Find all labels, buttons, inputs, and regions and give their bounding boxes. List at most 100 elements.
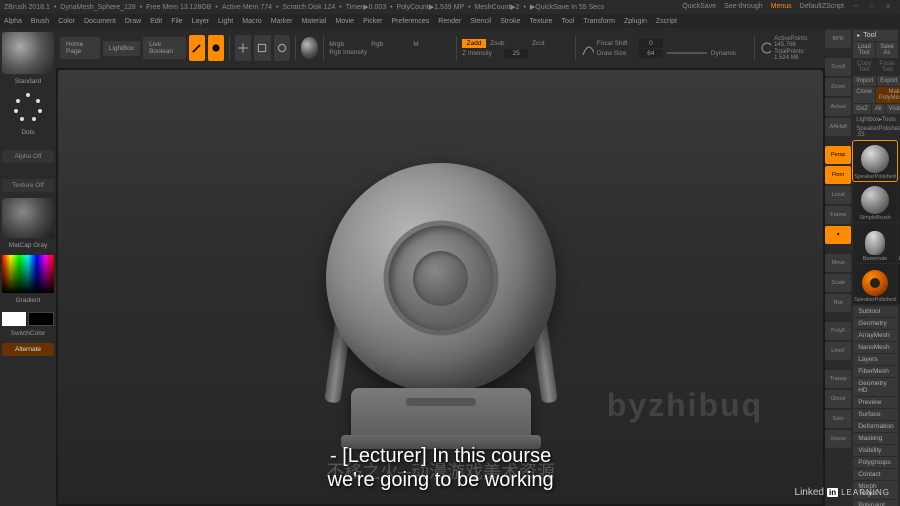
menu-file[interactable]: File <box>171 18 182 25</box>
defaultzscript-button[interactable]: DefaultZScript <box>800 3 844 11</box>
menu-preferences[interactable]: Preferences <box>392 18 430 25</box>
subpanel-visibility[interactable]: Visibility <box>853 445 898 456</box>
alternate-button[interactable]: Alternate <box>2 343 54 356</box>
ghost-button[interactable]: Ghost <box>825 390 851 408</box>
goz-button[interactable]: GoZ <box>853 104 871 114</box>
menu-transform[interactable]: Transform <box>583 18 615 25</box>
xyz-button[interactable]: ✦ <box>825 226 851 244</box>
menu-marker[interactable]: Marker <box>271 18 293 25</box>
subpanel-surface[interactable]: Surface <box>853 409 898 420</box>
zsub-button[interactable]: Zsub <box>490 40 528 47</box>
material-preview[interactable] <box>301 37 319 59</box>
menu-zscript[interactable]: Zscript <box>656 18 677 25</box>
menu-stroke[interactable]: Stroke <box>500 18 520 25</box>
viewport[interactable]: 不移之火─动漫游戏美术资源 byzhibuq - [Lecturer] In t… <box>58 70 823 504</box>
saveas-button[interactable]: Save As <box>876 42 898 58</box>
zadd-button[interactable]: Zadd <box>462 39 486 48</box>
subpanel-polygroups[interactable]: Polygroups <box>853 457 898 468</box>
clone-button[interactable]: Clone <box>853 87 875 103</box>
linef-button[interactable]: LineF <box>825 342 851 360</box>
swatch-white[interactable] <box>2 312 26 326</box>
menu-render[interactable]: Render <box>438 18 461 25</box>
actual-button[interactable]: Actual <box>825 98 851 116</box>
rotate-icon[interactable] <box>274 35 290 61</box>
zoom-button[interactable]: Zoom <box>825 78 851 96</box>
rgb-button[interactable]: Rgb <box>371 41 409 48</box>
scroll-button[interactable]: Scroll <box>825 58 851 76</box>
texture-button[interactable]: Texture Off <box>2 179 54 192</box>
subpanel-fibermesh[interactable]: FiberMesh <box>853 366 898 377</box>
copytool-button[interactable]: Copy Tool <box>853 59 875 75</box>
alpha-button[interactable]: Alpha Off <box>2 150 54 163</box>
import-button[interactable]: Import <box>853 76 876 86</box>
menu-zplugin[interactable]: Zplugin <box>624 18 647 25</box>
menu-material[interactable]: Material <box>301 18 326 25</box>
menu-color[interactable]: Color <box>58 18 75 25</box>
menu-edit[interactable]: Edit <box>150 18 162 25</box>
close-icon[interactable]: ✕ <box>884 3 892 11</box>
scale-icon[interactable] <box>254 35 270 61</box>
menu-layer[interactable]: Layer <box>192 18 210 25</box>
transp-button[interactable]: Transp <box>825 370 851 388</box>
menu-light[interactable]: Light <box>218 18 233 25</box>
zintensity-value[interactable]: 25 <box>504 49 528 58</box>
brush-curve-icon[interactable] <box>581 37 594 59</box>
liveboolean-tab[interactable]: Live Boolean <box>143 37 186 59</box>
menu-stencil[interactable]: Stencil <box>470 18 491 25</box>
subpanel-polypaint[interactable]: Polypaint <box>853 500 898 506</box>
minimize-icon[interactable]: ─ <box>852 3 860 11</box>
subpanel-deformation[interactable]: Deformation <box>853 421 898 432</box>
subpanel-arraymesh[interactable]: ArrayMesh <box>853 330 898 341</box>
subpanel-masking[interactable]: Masking <box>853 433 898 444</box>
subpanel-subtool[interactable]: Subtool <box>853 306 898 317</box>
menu-brush[interactable]: Brush <box>31 18 49 25</box>
drawsize-value[interactable]: 64 <box>639 49 663 58</box>
solo-button[interactable]: Solo <box>825 410 851 428</box>
polyf-button[interactable]: PolyF <box>825 322 851 340</box>
menu-picker[interactable]: Picker <box>363 18 382 25</box>
tool-preview-item[interactable]: SpeakerPolished <box>853 141 897 181</box>
brush-thumbnail[interactable] <box>2 32 54 74</box>
visible-button[interactable]: Visible <box>886 104 900 114</box>
menu-draw[interactable]: Draw <box>125 18 141 25</box>
tool-preview-item[interactable]: SpeakerPolished <box>853 264 897 304</box>
xpose-button[interactable]: Xpose <box>825 430 851 448</box>
dynamic-button[interactable]: Dynamic <box>711 50 749 57</box>
subpanel-geometryhd[interactable]: Geometry HD <box>853 378 898 396</box>
menu-document[interactable]: Document <box>84 18 116 25</box>
drawsize-slider[interactable] <box>667 52 707 54</box>
menus-button[interactable]: Menus <box>771 3 792 11</box>
move-icon[interactable] <box>235 35 251 61</box>
menu-texture[interactable]: Texture <box>529 18 552 25</box>
subpanel-layers[interactable]: Layers <box>853 354 898 365</box>
gradient-label[interactable]: Gradient <box>2 297 54 304</box>
seethrough-button[interactable]: See-through <box>724 3 763 11</box>
swatch-black[interactable] <box>28 312 54 326</box>
color-picker[interactable] <box>2 255 54 293</box>
menu-alpha[interactable]: Alpha <box>4 18 22 25</box>
maximize-icon[interactable]: □ <box>868 3 876 11</box>
switchcolor-button[interactable]: SwitchColor <box>2 330 54 337</box>
focalshift-value[interactable]: 0 <box>639 39 663 48</box>
subpanel-preview[interactable]: Preview <box>853 397 898 408</box>
local-button[interactable]: Local <box>825 186 851 204</box>
loadtool-button[interactable]: Load Tool <box>853 42 875 58</box>
quicksave-button[interactable]: QuickSave <box>682 3 716 11</box>
bpr-button[interactable]: BPR <box>825 30 851 48</box>
aahalf-button[interactable]: AAHalf <box>825 118 851 136</box>
edit-icon[interactable] <box>189 35 205 61</box>
tool-preview-item[interactable]: SimpleBrush <box>853 182 897 222</box>
material-thumbnail[interactable] <box>2 198 54 238</box>
scalenav-button[interactable]: Scale <box>825 274 851 292</box>
persp-button[interactable]: Persp <box>825 146 851 164</box>
menu-tool[interactable]: Tool <box>561 18 574 25</box>
tool-crumb[interactable]: Lightbox▸Tools <box>853 115 898 124</box>
subpanel-contact[interactable]: Contact <box>853 469 898 480</box>
pastetool-button[interactable]: Paste Tool <box>876 59 898 75</box>
movenav-button[interactable]: Move <box>825 254 851 272</box>
floor-button[interactable]: Floor <box>825 166 851 184</box>
rotnav-button[interactable]: Rot <box>825 294 851 312</box>
makepolymesh-button[interactable]: Make PolyMesh3D <box>876 87 900 103</box>
subpanel-nanomesh[interactable]: NanoMesh <box>853 342 898 353</box>
m-button[interactable]: M <box>413 41 451 48</box>
